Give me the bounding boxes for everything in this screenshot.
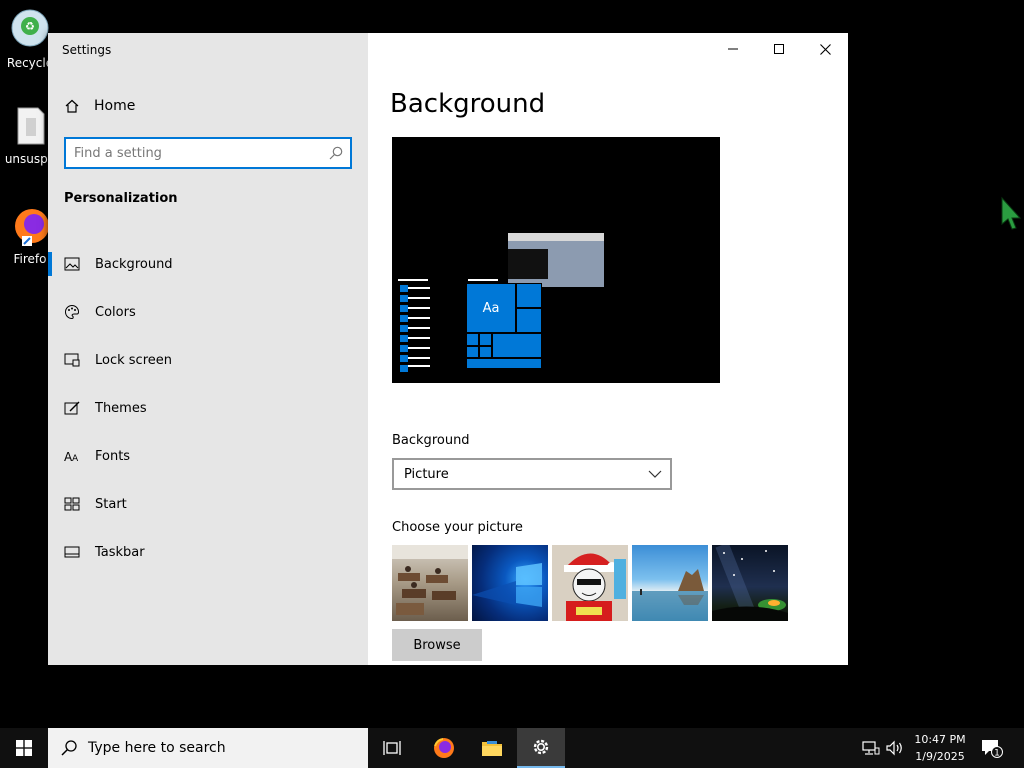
background-type-dropdown[interactable]: Picture	[392, 458, 672, 490]
action-center-button[interactable]: 1	[980, 728, 1004, 768]
taskbar-clock[interactable]: 10:47 PM 1/9/2025	[906, 731, 974, 765]
sidebar-item-label: Lock screen	[95, 352, 172, 368]
start-icon	[64, 496, 80, 512]
home-icon	[65, 99, 79, 113]
picture-thumbnail[interactable]	[712, 545, 788, 621]
main-content: Background Aa Background Picture Choose …	[368, 33, 848, 665]
sidebar-nav: Background Colors Lock screen Themes AA …	[48, 240, 368, 576]
section-title: Personalization	[64, 191, 178, 206]
sidebar: Settings Home Personalization Background…	[48, 33, 368, 665]
recycle-bin-icon: ♻	[8, 8, 52, 52]
preview-tile-aa: Aa	[466, 283, 516, 333]
browse-button[interactable]: Browse	[392, 629, 482, 661]
start-button[interactable]	[0, 728, 48, 768]
notification-count: 1	[994, 749, 1000, 759]
picture-thumbnail[interactable]	[392, 545, 468, 621]
preview-start-list	[396, 279, 432, 372]
firefox-icon	[8, 204, 52, 248]
taskbar-firefox-button[interactable]	[420, 728, 468, 768]
fonts-icon: AA	[64, 448, 80, 464]
choose-picture-label: Choose your picture	[392, 520, 523, 535]
sidebar-item-background[interactable]: Background	[48, 240, 368, 288]
task-view-button[interactable]	[368, 728, 416, 768]
sidebar-item-taskbar[interactable]: Taskbar	[48, 528, 368, 576]
preview-window-dark	[508, 249, 548, 279]
page-title: Background	[390, 89, 546, 119]
background-label: Background	[392, 433, 470, 448]
sidebar-item-start[interactable]: Start	[48, 480, 368, 528]
window-title: Settings	[62, 43, 112, 57]
themes-icon	[64, 400, 80, 416]
taskbar-icon	[64, 544, 80, 560]
settings-window: Settings Home Personalization Background…	[48, 33, 848, 665]
taskbar-search-box[interactable]: Type here to search	[48, 728, 368, 768]
sidebar-item-label: Themes	[95, 400, 147, 416]
taskbar-search-placeholder: Type here to search	[88, 740, 226, 756]
taskbar: Type here to search 10:47 PM 1/9/2025 1	[0, 728, 1024, 768]
search-box	[64, 137, 352, 169]
lock-screen-icon	[64, 352, 80, 368]
taskbar-file-explorer-button[interactable]	[468, 728, 516, 768]
picture-thumbnail[interactable]	[552, 545, 628, 621]
network-icon	[862, 741, 880, 755]
preview-tiles: Aa	[466, 283, 544, 371]
sidebar-item-lock-screen[interactable]: Lock screen	[48, 336, 368, 384]
clock-time: 10:47 PM	[914, 733, 966, 746]
firefox-icon	[434, 738, 454, 758]
picture-thumbnails	[392, 545, 788, 621]
taskbar-settings-button[interactable]	[517, 728, 565, 768]
picture-thumbnail[interactable]	[632, 545, 708, 621]
windows-logo-icon	[16, 740, 32, 756]
gear-icon	[533, 739, 549, 755]
picture-icon	[64, 256, 80, 272]
svg-text:♻: ♻	[25, 20, 35, 33]
notification-icon: 1	[982, 740, 1003, 759]
sidebar-item-home[interactable]: Home	[64, 93, 135, 119]
picture-thumbnail[interactable]	[472, 545, 548, 621]
preview-tiles-header	[468, 279, 498, 281]
home-label: Home	[94, 98, 136, 114]
volume-tray-button[interactable]	[884, 728, 906, 768]
sidebar-item-fonts[interactable]: AA Fonts	[48, 432, 368, 480]
sidebar-item-themes[interactable]: Themes	[48, 384, 368, 432]
sidebar-item-label: Taskbar	[95, 544, 145, 560]
mouse-cursor-icon	[1001, 196, 1022, 230]
sidebar-item-label: Background	[95, 256, 173, 272]
task-view-icon	[383, 741, 401, 755]
search-icon	[61, 740, 77, 756]
sidebar-item-label: Start	[95, 496, 127, 512]
search-input[interactable]	[74, 144, 320, 162]
search-icon[interactable]	[328, 145, 344, 161]
svg-text:A: A	[72, 454, 79, 463]
network-tray-button[interactable]	[860, 728, 882, 768]
chevron-down-icon	[648, 470, 662, 478]
palette-icon	[64, 304, 80, 320]
desktop-preview: Aa	[392, 137, 720, 383]
clock-date: 1/9/2025	[915, 750, 965, 763]
sidebar-item-label: Fonts	[95, 448, 131, 464]
sidebar-item-label: Colors	[95, 304, 136, 320]
folder-icon	[482, 741, 502, 756]
sidebar-item-colors[interactable]: Colors	[48, 288, 368, 336]
file-icon	[8, 104, 52, 148]
volume-icon	[886, 740, 902, 756]
dropdown-value: Picture	[404, 466, 449, 482]
